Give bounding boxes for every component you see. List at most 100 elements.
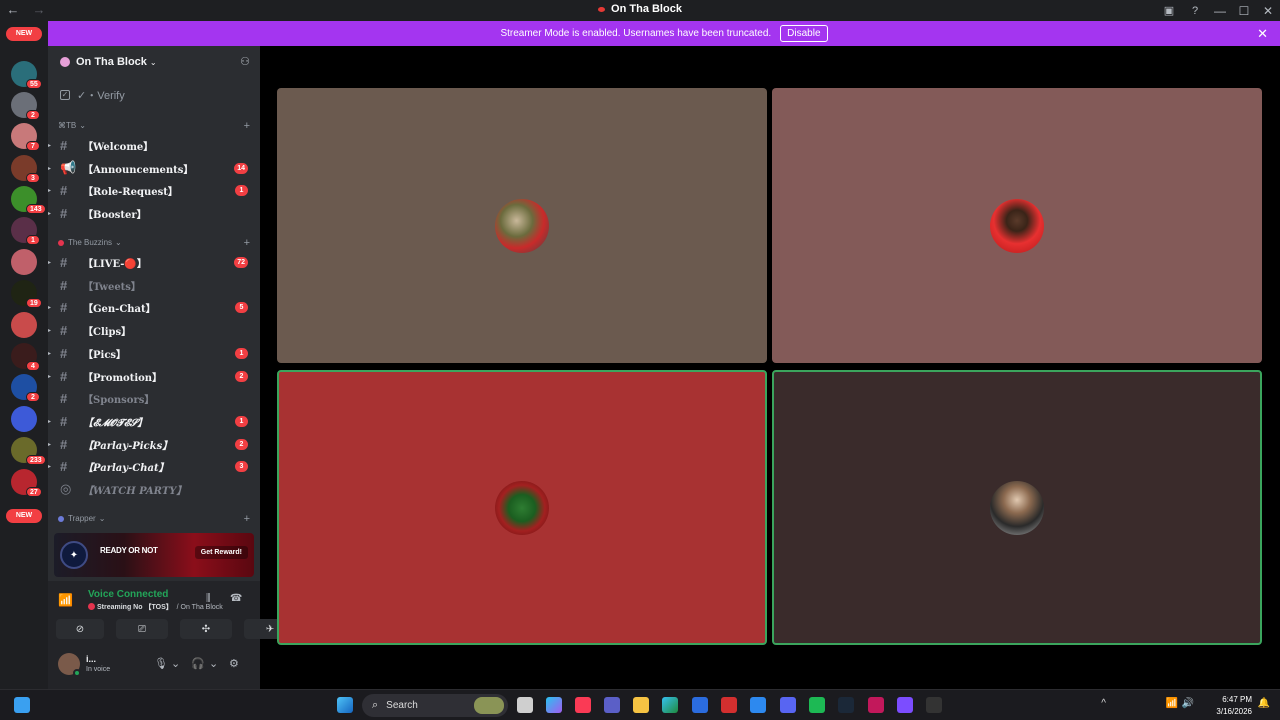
create-channel-plus-icon[interactable]: +: [244, 513, 250, 525]
server-mention-badge: 19: [26, 298, 42, 308]
server-header[interactable]: On Tha Block ⌄ ⚇: [48, 46, 260, 78]
hash-icon: #: [60, 436, 68, 452]
streaming-label: Streaming No: [97, 604, 143, 611]
category-dot-icon: [58, 515, 64, 522]
channel-item[interactable]: ▸ # 【Clips】: [48, 320, 260, 340]
noise-suppression-icon[interactable]: ⫼: [206, 593, 211, 604]
participant-tile-2[interactable]: [772, 88, 1262, 363]
camera-off-button[interactable]: ⊘: [56, 619, 104, 639]
channel-item[interactable]: ▸ # 【Parlay-Chat】 3: [48, 456, 260, 476]
channel-category[interactable]: Trapper ⌄ +: [58, 513, 250, 525]
verify-channel[interactable]: ✓ ✓・Verify: [60, 87, 125, 103]
disconnect-icon[interactable]: ☎: [230, 593, 242, 604]
tray-up-icon[interactable]: ^: [1101, 698, 1106, 709]
maximize-button[interactable]: ☐: [1232, 0, 1256, 21]
channel-item[interactable]: ◎ 【WATCH PARTY】: [48, 479, 260, 499]
teams-icon[interactable]: [604, 697, 620, 713]
channel-item[interactable]: ▸ # 【Booster】: [48, 203, 260, 223]
help-icon[interactable]: ?: [1188, 4, 1202, 18]
channel-label: 【Sponsors】: [83, 394, 155, 406]
music-app-icon[interactable]: [575, 697, 591, 713]
inbox-icon[interactable]: ▣: [1162, 4, 1176, 18]
windows-start-icon[interactable]: [14, 697, 30, 713]
create-channel-plus-icon[interactable]: +: [244, 237, 250, 249]
wifi-icon[interactable]: 📶: [1166, 698, 1178, 709]
mention-count-badge: 1: [235, 347, 248, 359]
create-channel-plus-icon[interactable]: +: [244, 120, 250, 132]
notification-bell-icon[interactable]: 🔔: [1258, 698, 1270, 709]
close-button[interactable]: ✕: [1256, 0, 1280, 21]
store-icon[interactable]: [692, 697, 708, 713]
channel-item[interactable]: ▸ # 【Role-Request】 1: [48, 180, 260, 200]
promo-card[interactable]: ✦ READY OR NOT Get Reward!: [54, 533, 254, 577]
channel-item[interactable]: ▸ 📢 【Announcements】 14: [48, 158, 260, 178]
get-reward-button[interactable]: Get Reward!: [194, 546, 248, 559]
channel-item[interactable]: # 【Tweets】: [48, 275, 260, 295]
microphone-icon[interactable]: 🎙: [154, 657, 168, 670]
hash-icon: #: [60, 137, 68, 153]
hash-icon: #: [60, 299, 68, 315]
mic-chevron-icon[interactable]: ⌄: [171, 657, 180, 670]
adobe-icon[interactable]: [868, 697, 884, 713]
channel-sidebar: On Tha Block ⌄ ⚇ ✓ ✓・Verify ⌘TB ⌄ + The Buz…: [48, 46, 296, 689]
participant-tile-4[interactable]: [772, 370, 1262, 645]
server-mention-badge: 4: [26, 361, 40, 371]
channel-item[interactable]: ▸ # 【Pics】 1: [48, 343, 260, 363]
grid-app-icon[interactable]: [897, 697, 913, 713]
screen-share-button[interactable]: ⎚: [116, 619, 168, 639]
server-mention-badge: 7: [26, 141, 40, 151]
channel-item[interactable]: ▸ # 【Parlay-Picks】 2: [48, 434, 260, 454]
stage-icon: ◎: [60, 481, 72, 496]
unread-arrow-icon: ▸: [48, 187, 52, 194]
username[interactable]: i...: [86, 654, 96, 664]
channel-item[interactable]: ▸ # 【Gen-Chat】 5: [48, 297, 260, 317]
channel-item[interactable]: ▸ # 【Promotion】 2: [48, 366, 260, 386]
unread-arrow-icon: ▸: [48, 304, 52, 311]
invite-people-icon[interactable]: ⚇: [240, 55, 250, 68]
taskbar-search[interactable]: ⌕ Search: [362, 694, 508, 717]
banner-close-icon[interactable]: ✕: [1257, 26, 1268, 42]
activities-button[interactable]: ✣: [180, 619, 232, 639]
server-dot-icon: [598, 6, 606, 12]
server-icon[interactable]: [11, 312, 37, 338]
participant-tile-1[interactable]: [277, 88, 767, 363]
windows-logo-icon[interactable]: [337, 697, 353, 713]
server-icon[interactable]: [11, 406, 37, 432]
minimize-button[interactable]: —: [1208, 0, 1232, 21]
channel-category[interactable]: ⌘TB ⌄ +: [58, 120, 250, 132]
file-explorer-icon[interactable]: [633, 697, 649, 713]
channel-item[interactable]: # 【Sponsors】: [48, 388, 260, 408]
clock[interactable]: 6:47 PM 3/16/2026: [1216, 694, 1252, 718]
server-icon[interactable]: [11, 249, 37, 275]
l-app-icon[interactable]: [721, 697, 737, 713]
signal-icon[interactable]: 📶: [58, 593, 73, 607]
hash-icon: #: [60, 345, 68, 361]
category-name: Trapper: [68, 514, 96, 523]
terminal-icon[interactable]: [926, 697, 942, 713]
server-mention-badge: 27: [26, 487, 42, 497]
copilot-icon[interactable]: [546, 697, 562, 713]
task-view-icon[interactable]: [517, 697, 533, 713]
participant-tile-3[interactable]: [277, 370, 767, 645]
xbox-icon[interactable]: [809, 697, 825, 713]
hash-icon: #: [60, 390, 68, 406]
steam-icon[interactable]: [838, 697, 854, 713]
voice-status[interactable]: Voice Connected: [88, 589, 168, 600]
headset-chevron-icon[interactable]: ⌄: [209, 657, 218, 670]
channel-item[interactable]: ▸ # 【LIVE-🔴】 72: [48, 252, 260, 272]
unread-arrow-icon: ▸: [48, 210, 52, 217]
headset-icon[interactable]: 🎧: [191, 657, 205, 670]
volume-icon[interactable]: 🔊: [1182, 698, 1194, 709]
channel-item[interactable]: ▸ # 【Welcome】: [48, 135, 260, 155]
discord-icon[interactable]: [780, 697, 796, 713]
settings-gear-icon[interactable]: ⚙: [229, 657, 239, 670]
new-unreads-pill[interactable]: NEW: [6, 27, 42, 41]
edge-icon[interactable]: [662, 697, 678, 713]
paint-app-icon[interactable]: [750, 697, 766, 713]
new-unreads-pill-bottom[interactable]: NEW: [6, 509, 42, 523]
disable-streamer-mode-button[interactable]: Disable: [780, 25, 828, 42]
channel-item[interactable]: ▸ # 【𝓔𝓜𝓞𝓣𝓔𝓢】 1: [48, 411, 260, 431]
title-bar: ← → On Tha Block ▣ ? — ☐ ✕: [0, 0, 1280, 21]
live-dot-icon: [88, 603, 95, 610]
channel-category[interactable]: The Buzzins ⌄ +: [58, 237, 250, 249]
